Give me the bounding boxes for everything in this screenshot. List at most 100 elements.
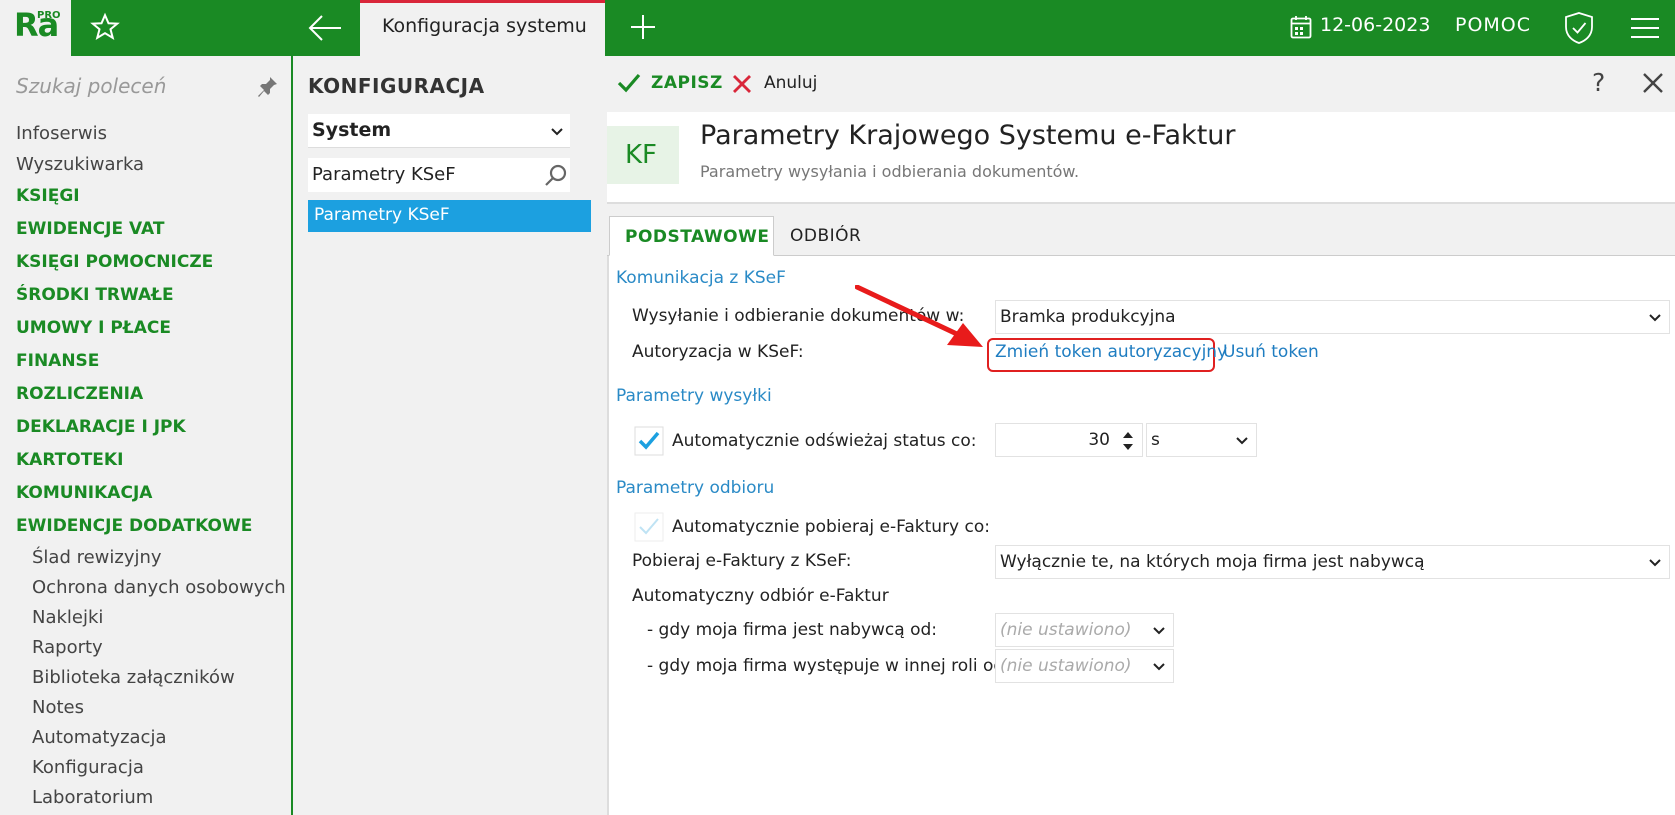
sidebar-item-ksiegi-pomocnicze[interactable]: KSIĘGI POMOCNICZE xyxy=(16,252,213,272)
tab-odbior[interactable]: ODBIÓR xyxy=(790,216,890,256)
chevron-down-icon xyxy=(1153,627,1165,635)
main-panel: ZAPISZ Anuluj ? KF Parametry Krajowego S… xyxy=(607,56,1675,815)
sidebar-item-umowy-i-place[interactable]: UMOWY I PŁACE xyxy=(16,318,171,338)
sidebar-item-raporty[interactable]: Raporty xyxy=(32,637,103,658)
sidebar-item-ochrona-danych[interactable]: Ochrona danych osobowych xyxy=(32,577,286,598)
refresh-status-checkbox[interactable] xyxy=(634,426,664,456)
send-mode-select[interactable]: Bramka produkcyjna xyxy=(995,300,1670,334)
other-role-from-value: (nie ustawiono) xyxy=(1000,656,1132,676)
sidebar-item-deklaracje-i-jpk[interactable]: DEKLARACJE I JPK xyxy=(16,417,186,437)
refresh-unit-value: s xyxy=(1151,430,1160,450)
buyer-from-label: - gdy moja firma jest nabywcą od: xyxy=(647,620,938,640)
save-label: ZAPISZ xyxy=(651,73,723,93)
pin-icon[interactable] xyxy=(258,76,278,98)
sidebar-item-konfiguracja[interactable]: Konfiguracja xyxy=(32,757,144,778)
config-item-parametry-ksef[interactable]: Parametry KSeF xyxy=(308,200,591,232)
sidebar-item-naklejki[interactable]: Naklejki xyxy=(32,607,103,628)
toolbar: ZAPISZ Anuluj ? xyxy=(607,56,1675,112)
config-tree-panel: KONFIGURACJA System Parametry KSeF Param… xyxy=(295,56,591,815)
fetch-from-select[interactable]: Wyłącznie te, na których moja firma jest… xyxy=(995,545,1670,579)
sidebar-item-automatyzacja[interactable]: Automatyzacja xyxy=(32,727,166,748)
form-content: Komunikacja z KSeF Wysyłanie i odbierani… xyxy=(607,256,1675,815)
star-icon[interactable] xyxy=(90,12,120,42)
other-role-from-label: - gdy moja firma występuje w innej roli … xyxy=(647,656,1010,676)
shield-icon[interactable] xyxy=(1563,11,1595,45)
refresh-interval-value: 30 xyxy=(1088,430,1110,450)
module-badge-text: KF xyxy=(625,140,658,170)
refresh-unit-select[interactable]: s xyxy=(1146,423,1257,457)
search-icon[interactable] xyxy=(544,163,568,187)
send-mode-value: Bramka produkcyjna xyxy=(1000,307,1176,327)
sidebar-item-slad-rewizyjny[interactable]: Ślad rewizyjny xyxy=(32,547,162,568)
chevron-down-icon xyxy=(1649,559,1661,567)
module-badge: KF xyxy=(607,126,679,184)
sidebar-item-ksiegi[interactable]: KSIĘGI xyxy=(16,186,80,206)
help-link[interactable]: POMOC xyxy=(1455,14,1531,36)
calendar-icon[interactable] xyxy=(1290,15,1312,39)
command-search-input[interactable]: Szukaj poleceń xyxy=(16,74,166,98)
tab-bar: PODSTAWOWE ODBIÓR xyxy=(607,216,1675,256)
logo-badge: PRO xyxy=(37,10,61,21)
auth-label: Autoryzacja w KSeF: xyxy=(632,342,804,362)
sidebar-item-komunikacja[interactable]: KOMUNIKACJA xyxy=(16,483,152,503)
close-icon[interactable] xyxy=(1642,72,1664,94)
top-bar: Ra PRO Konfiguracja systemu 12-06-2023 P… xyxy=(0,0,1675,56)
auto-fetch-checkbox[interactable] xyxy=(634,512,664,542)
sidebar-item-srodki-trwale[interactable]: ŚRODKI TRWAŁE xyxy=(16,285,174,305)
refresh-status-label: Automatycznie odświeżaj status co: xyxy=(672,431,977,451)
auto-fetch-label: Automatycznie pobieraj e-Faktury co: xyxy=(672,517,990,537)
sidebar-item-kartoteki[interactable]: KARTOTEKI xyxy=(16,450,123,470)
buyer-from-select[interactable]: (nie ustawiono) xyxy=(995,613,1174,647)
stepper-arrows-icon[interactable] xyxy=(1122,430,1134,452)
x-icon xyxy=(733,75,751,93)
chevron-down-icon xyxy=(1649,314,1661,322)
other-role-from-select[interactable]: (nie ustawiono) xyxy=(995,649,1174,683)
tab-konfiguracja-systemu[interactable]: Konfiguracja systemu xyxy=(360,0,605,56)
config-search-input[interactable]: Parametry KSeF xyxy=(308,158,570,192)
config-scope-value: System xyxy=(312,119,392,141)
chevron-down-icon xyxy=(551,128,563,136)
page-subtitle: Parametry wysyłania i odbierania dokumen… xyxy=(700,162,1080,181)
send-mode-label: Wysyłanie i odbieranie dokumentów w: xyxy=(632,306,965,326)
sidebar-item-laboratorium[interactable]: Laboratorium xyxy=(32,787,153,808)
page-header: KF Parametry Krajowego Systemu e-Faktur … xyxy=(607,112,1675,204)
checkmark-icon xyxy=(617,73,641,93)
buyer-from-value: (nie ustawiono) xyxy=(1000,620,1132,640)
sidebar-item-ewidencje-vat[interactable]: EWIDENCJE VAT xyxy=(16,219,164,239)
tab-label: ODBIÓR xyxy=(790,226,862,246)
cancel-label: Anuluj xyxy=(764,73,818,93)
tab-podstawowe[interactable]: PODSTAWOWE xyxy=(609,216,774,256)
working-date[interactable]: 12-06-2023 xyxy=(1320,14,1430,36)
page-title: Parametry Krajowego Systemu e-Faktur xyxy=(700,120,1236,151)
app-logo[interactable]: Ra PRO xyxy=(0,0,71,56)
sidebar-item-finanse[interactable]: FINANSE xyxy=(16,351,99,371)
sidebar-item-notes[interactable]: Notes xyxy=(32,697,84,718)
section-komunikacja: Komunikacja z KSeF xyxy=(616,268,786,288)
config-item-label: Parametry KSeF xyxy=(314,205,450,225)
section-odbior: Parametry odbioru xyxy=(616,478,775,498)
tab-label: Konfiguracja systemu xyxy=(382,15,587,37)
hamburger-menu-icon[interactable] xyxy=(1630,14,1660,42)
sidebar-item-rozliczenia[interactable]: ROZLICZENIA xyxy=(16,384,143,404)
auto-recv-label: Automatyczny odbiór e-Faktur xyxy=(632,586,889,606)
remove-token-link[interactable]: Usuń token xyxy=(1223,342,1319,362)
section-wysylka: Parametry wysyłki xyxy=(616,386,772,406)
help-question-icon[interactable]: ? xyxy=(1592,68,1616,98)
command-sidebar: Szukaj poleceń Infoserwis Wyszukiwarka K… xyxy=(0,56,293,815)
sidebar-item-biblioteka-zalacznikow[interactable]: Biblioteka załączników xyxy=(32,667,235,688)
change-token-link[interactable]: Zmień token autoryzacyjny xyxy=(995,342,1227,362)
sidebar-item-wyszukiwarka[interactable]: Wyszukiwarka xyxy=(16,154,144,175)
chevron-down-icon xyxy=(1153,663,1165,671)
refresh-interval-stepper[interactable]: 30 xyxy=(995,423,1143,457)
back-arrow-icon[interactable] xyxy=(307,12,343,44)
tab-label: PODSTAWOWE xyxy=(625,227,770,247)
fetch-from-value: Wyłącznie te, na których moja firma jest… xyxy=(1000,552,1425,572)
new-tab-plus-icon[interactable] xyxy=(628,12,658,42)
config-scope-select[interactable]: System xyxy=(308,114,570,148)
config-search-value: Parametry KSeF xyxy=(312,164,456,185)
fetch-from-label: Pobieraj e-Faktury z KSeF: xyxy=(632,551,852,571)
sidebar-item-infoserwis[interactable]: Infoserwis xyxy=(16,123,107,144)
config-title: KONFIGURACJA xyxy=(308,74,485,98)
sidebar-item-ewidencje-dodatkowe[interactable]: EWIDENCJE DODATKOWE xyxy=(16,516,252,536)
cancel-button[interactable]: Anuluj xyxy=(732,68,832,100)
